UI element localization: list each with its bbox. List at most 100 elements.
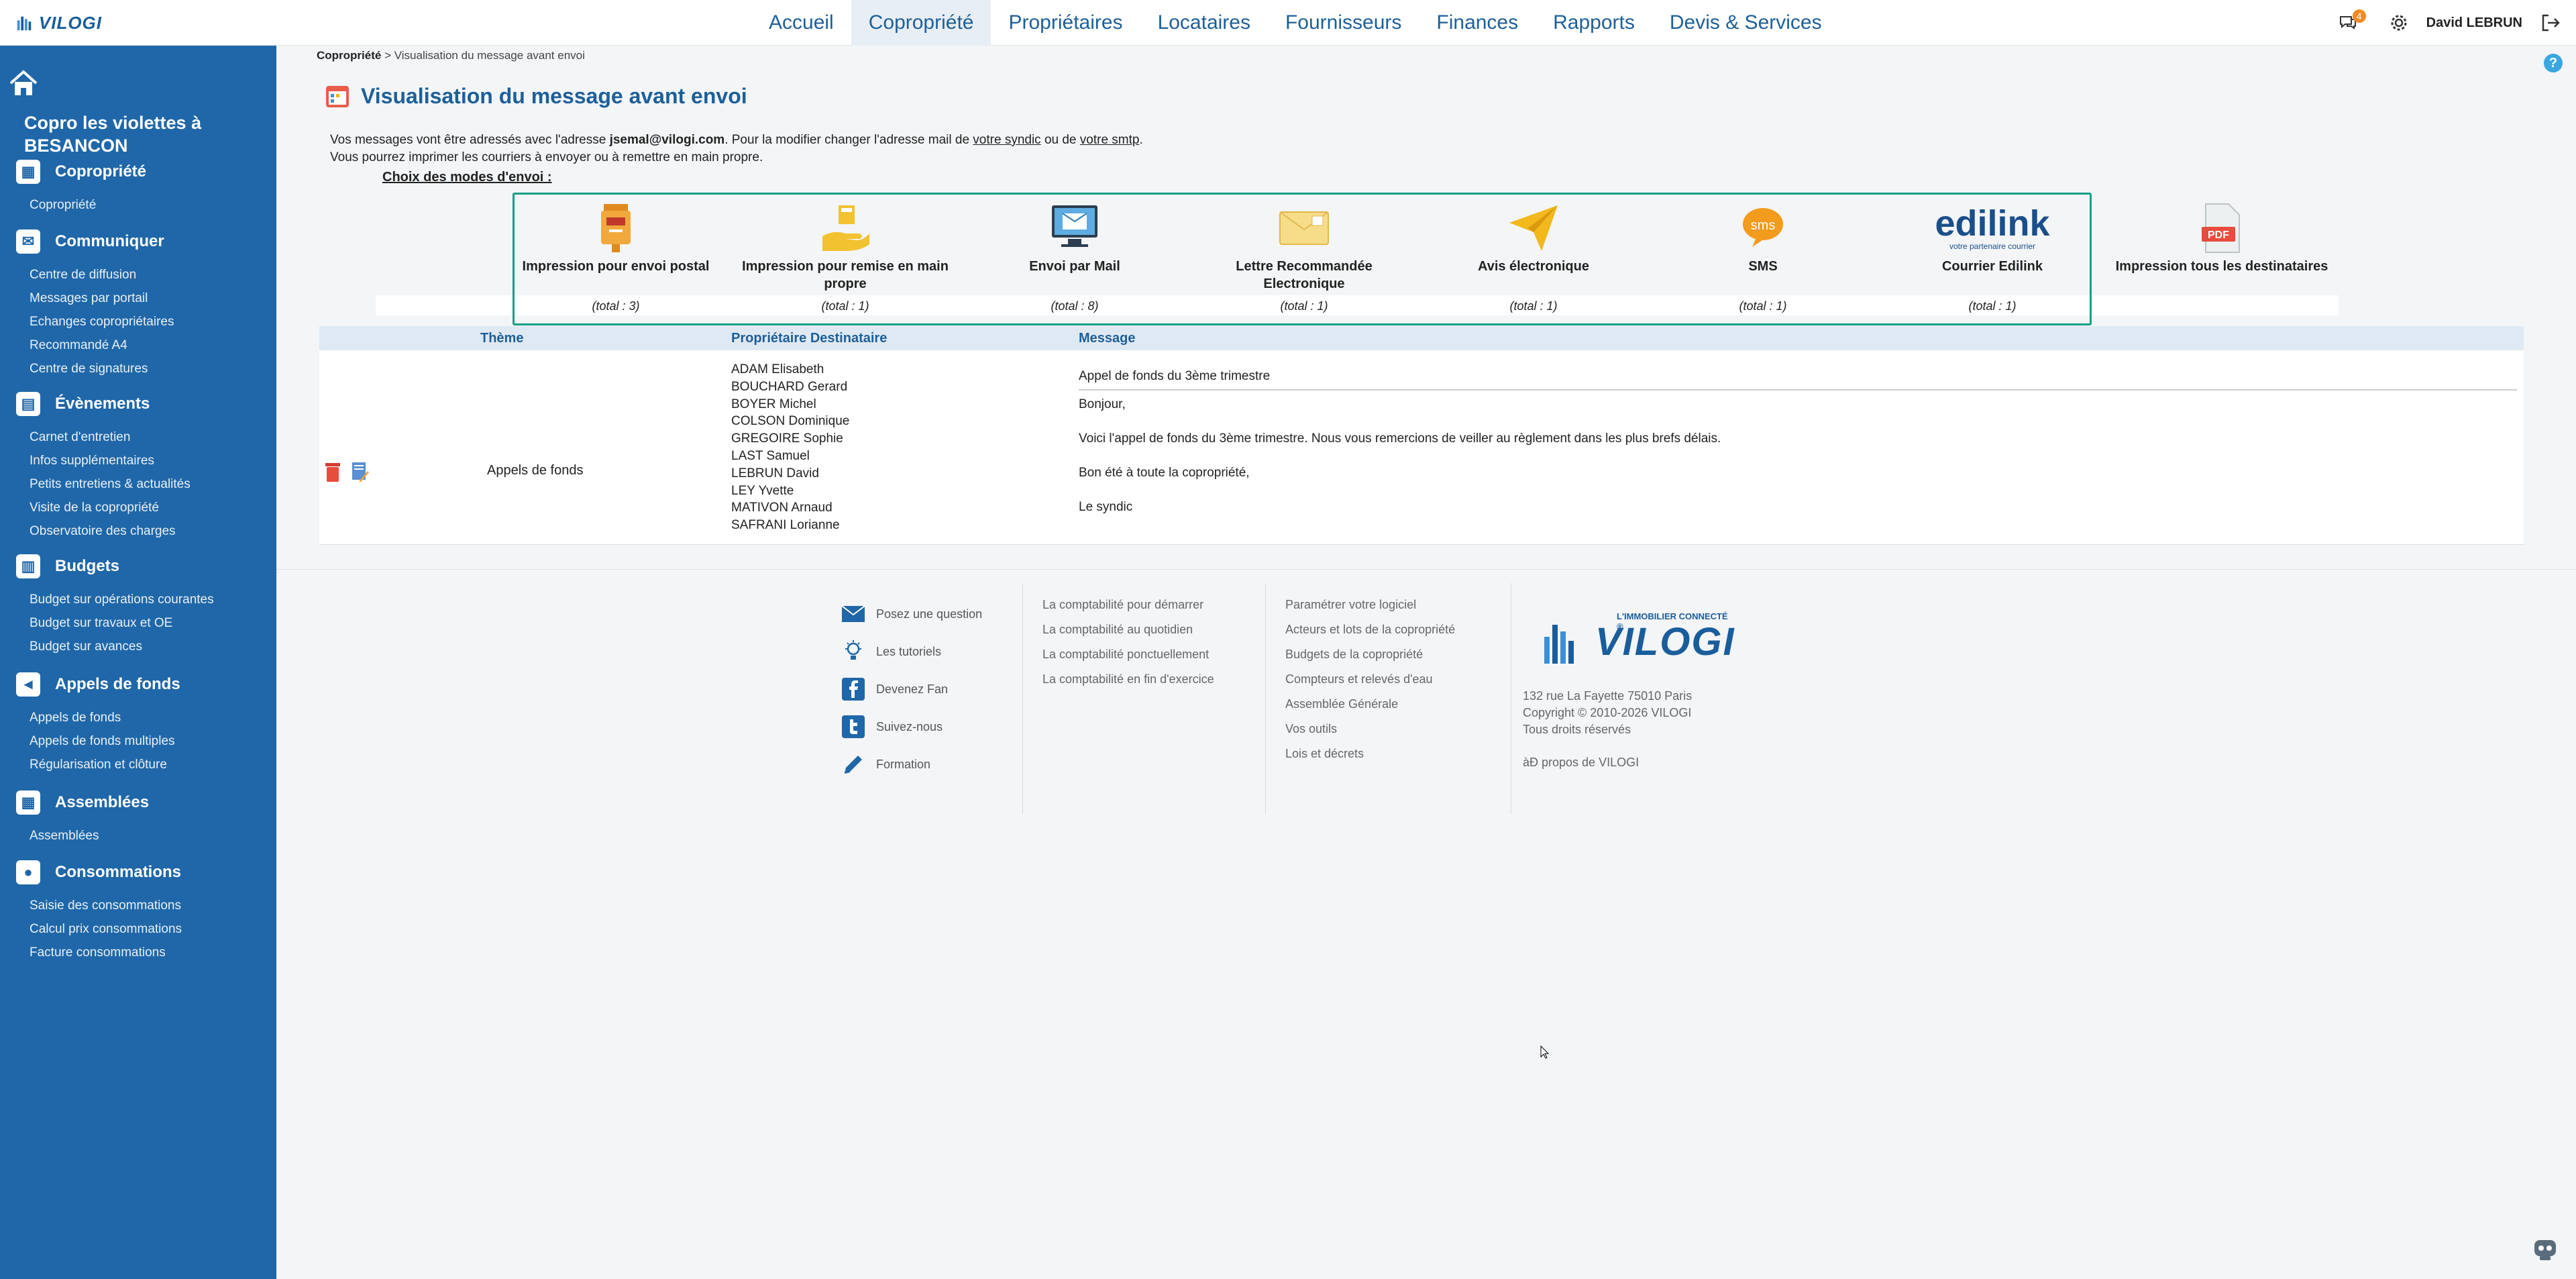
footer-compta-link[interactable]: La comptabilité ponctuellement [1042,648,1214,672]
vilogi-logo[interactable]: VILOGI [15,9,102,36]
gear-icon[interactable] [2389,13,2409,33]
footer-settings-link[interactable]: Vos outils [1285,722,1455,747]
sidebar-item[interactable]: Petits entretiens & actualités [0,472,276,496]
sidebar-section-header[interactable]: ▦ Assemblées [0,789,276,816]
send-mode-total: (total : 1) [1280,299,1328,313]
notifications-button[interactable]: 4 [2338,9,2371,33]
send-mode-option[interactable]: Envoi par Mail (total : 8) [967,203,1182,313]
user-name[interactable]: David LEBRUN [2426,15,2522,31]
chatbot-icon[interactable] [2530,1233,2560,1263]
sidebar-item[interactable]: Régularisation et clôture [0,753,276,776]
sidebar-item[interactable]: Messages par portail [0,287,276,310]
breadcrumb-root[interactable]: Copropriété [317,49,381,62]
sidebar-item[interactable]: Copropriété [0,193,276,217]
svg-text:sms: sms [1751,218,1776,233]
sidebar-section-header[interactable]: ▤ Évènements [0,391,276,417]
col-message[interactable]: Message [1079,331,1136,346]
send-mode-option[interactable]: Impression pour remise en main propre (to… [738,203,953,313]
nav-item[interactable]: Fournisseurs [1268,0,1419,46]
send-mode-option[interactable]: Avis électronique (total : 1) [1426,203,1641,313]
sidebar-item[interactable]: Echanges copropriétaires [0,310,276,334]
sender-email: jsemal@vilogi.com [609,133,725,147]
sidebar-section-header[interactable]: ◄ Appels de fonds [0,671,276,698]
footer-settings-link[interactable]: Lois et décrets [1285,747,1455,772]
footer-divider [1022,583,1023,814]
sidebar-item[interactable]: Appels de fonds [0,706,276,729]
sidebar-item[interactable]: Budget sur opérations courantes [0,588,276,611]
footer-settings-link[interactable]: Paramétrer votre logiciel [1285,598,1455,623]
send-mode-option[interactable]: edilink votre partenaire courrier Courrier… [1885,203,2100,313]
rights-line: Tous droits réservés [1523,723,1631,736]
nav-item[interactable]: Rapports [1536,0,1652,46]
sidebar-section-label: Communiquer [55,232,164,250]
edit-icon[interactable] [350,460,369,483]
sidebar-section: ▦ Assemblées Assemblées [0,789,276,848]
sidebar-section-header[interactable]: ✉ Communiquer [0,228,276,255]
footer-settings-link[interactable]: Acteurs et lots de la copropriété [1285,623,1455,648]
send-mode-option[interactable]: sms SMS (total : 1) [1656,203,1870,313]
send-mode-option[interactable]: Lettre Recommandée Electronique (total : … [1197,203,1411,313]
sidebar-item[interactable]: Centre de signatures [0,357,276,380]
footer-compta-link[interactable]: La comptabilité au quotidien [1042,623,1214,648]
footer-help-link[interactable]: Devenez Fan [840,670,982,708]
syndic-link[interactable]: votre syndic [973,133,1040,147]
delete-icon[interactable] [323,460,342,483]
sidebar-section-header[interactable]: ● Consommations [0,859,276,886]
nav-item[interactable]: Finances [1419,0,1536,46]
about-link[interactable]: àÐ propos de VILOGI [1523,754,1692,771]
nav-item[interactable]: Copropriété [851,0,991,46]
recipients-list: ADAM Elisabeth BOUCHARD Gerard BOYER Miche… [731,361,849,534]
info-text-b: . Pour la modifier changer l'adresse mai… [724,133,973,147]
col-recipients[interactable]: Propriétaire Destinataire [731,331,887,346]
calendar-message-icon [326,86,349,107]
sidebar-section-header[interactable]: ▦ Copropriété [0,158,276,185]
sidebar-item[interactable]: Facture consommations [0,941,276,964]
sidebar-item[interactable]: Infos supplémentaires [0,449,276,472]
sidebar-item[interactable]: Assemblées [0,824,276,848]
nav-item[interactable]: Devis & Services [1652,0,1839,46]
nav-item[interactable]: Accueil [751,0,851,46]
send-mode-option[interactable]: PDF Impression tous les destinataires [2114,203,2329,275]
sidebar-item[interactable]: Visite de la copropriété [0,496,276,519]
recipient-name: BOUCHARD Gerard [731,379,848,394]
sidebar-item[interactable]: Centre de diffusion [0,263,276,287]
sidebar-item[interactable]: Recommandé A4 [0,334,276,357]
send-mode-label: Avis électronique [1478,259,1589,274]
sidebar-item[interactable]: Appels de fonds multiples [0,729,276,753]
paper-plane-icon [1507,203,1560,254]
help-icon[interactable]: ? [2544,54,2563,72]
footer-compta-link[interactable]: La comptabilité pour démarrer [1042,598,1214,623]
address-line: 132 rue La Fayette 75010 Paris [1523,689,1693,703]
footer-settings-link[interactable]: Compteurs et relevés d'eau [1285,672,1455,697]
footer-help-link[interactable]: Posez une question [840,595,982,633]
footer-settings-link[interactable]: Budgets de la copropriété [1285,648,1455,672]
sidebar-item[interactable]: Calcul prix consommations [0,917,276,941]
send-mode-option[interactable]: Impression pour envoi postal (total : 3) [508,203,723,313]
send-mode-label: Impression pour envoi postal [522,259,710,274]
breadcrumb-separator: > [384,49,392,62]
page-title: Visualisation du message avant envoi [361,83,747,108]
col-theme[interactable]: Thème [480,331,523,346]
nav-item[interactable]: Propriétaires [991,0,1140,46]
footer-help-link[interactable]: Suivez-nous [840,708,982,746]
sidebar-item[interactable]: Saisie des consommations [0,894,276,917]
sidebar-item[interactable]: Observatoire des charges [0,519,276,543]
info-text-c: ou de [1040,133,1080,147]
edilink-logo-sub: votre partenaire courrier [1949,242,2036,251]
sidebar-item[interactable]: Budget sur avances [0,635,276,658]
send-mode-label: Impression tous les destinataires [2115,259,2328,274]
info-text-d: . [1139,133,1143,147]
sidebar-item[interactable]: Budget sur travaux et OE [0,611,276,635]
footer-help-link[interactable]: Les tutoriels [840,633,982,670]
footer-settings-link[interactable]: Assemblée Générale [1285,697,1455,722]
home-icon[interactable] [8,68,39,99]
logout-icon[interactable] [2540,12,2561,34]
copro-title[interactable]: Copro les violettes à BESANCON [24,111,266,157]
sidebar-section-header[interactable]: ▥ Budgets [0,553,276,580]
nav-item[interactable]: Locataires [1140,0,1268,46]
footer-help-link[interactable]: Formation [840,746,982,783]
recipient-name: COLSON Dominique [731,414,850,429]
footer-compta-link[interactable]: La comptabilité en fin d'exercice [1042,672,1214,697]
sidebar-item[interactable]: Carnet d'entretien [0,425,276,449]
smtp-link[interactable]: votre smtp [1080,133,1140,147]
